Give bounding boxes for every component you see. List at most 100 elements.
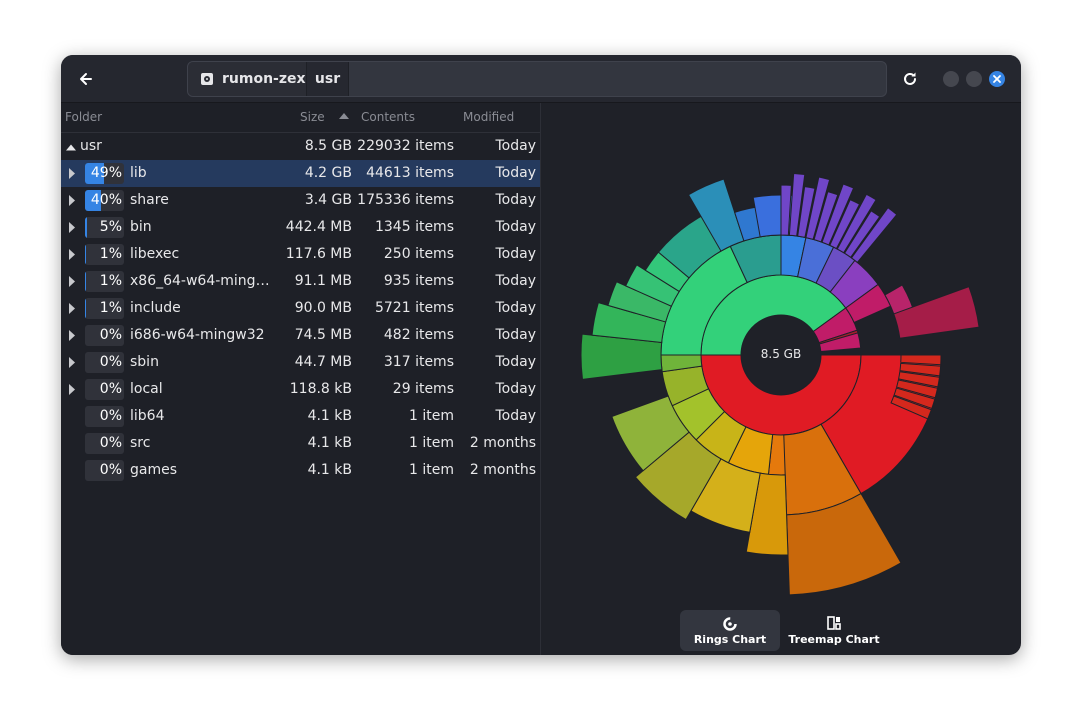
root-folder-row[interactable]: usr 8.5 GB 229032 items Today [61,133,540,160]
folder-name: lib64 [130,408,165,424]
rings-chart-button[interactable]: Rings Chart [680,610,780,651]
folder-contents: 1 item [409,435,454,451]
usage-percent-bar: 1% [85,271,124,292]
folder-row[interactable]: 0% lib64 4.1 kB 1 item Today [61,403,540,430]
folder-contents: 175336 items [357,192,454,208]
folder-name: x86_64-w64-ming… [130,273,270,289]
back-button[interactable] [69,62,103,96]
folder-size: 442.4 MB [285,219,352,235]
folder-name: games [130,462,178,478]
folder-name: bin [130,219,152,235]
usage-percent-bar: 5% [85,217,124,238]
expand-arrow-icon[interactable] [67,357,77,368]
folder-name: usr [80,138,102,154]
column-folder[interactable]: Folder [65,110,102,124]
folder-modified: Today [495,273,537,289]
usage-percent: 5% [99,219,122,235]
refresh-button[interactable] [895,62,925,96]
usage-percent: 0% [99,462,122,478]
usage-percent: 1% [99,246,122,262]
folder-size: 4.1 kB [307,462,352,478]
header-bar: rumon-zex usr [61,55,1021,103]
usage-percent: 40% [90,192,122,208]
folder-modified: Today [495,408,537,424]
usage-percent-bar: 0% [85,379,124,400]
folder-row[interactable]: 0% sbin 44.7 MB 317 items Today [61,349,540,376]
folder-modified: 2 months [469,435,536,451]
folder-contents: 1 item [409,462,454,478]
folder-modified: Today [495,219,537,235]
folder-row[interactable]: 0% i686-w64-mingw32 74.5 MB 482 items Today [61,322,540,349]
folder-row[interactable]: 1% libexec 117.6 MB 250 items Today [61,241,540,268]
treemap-chart-button[interactable]: Treemap Chart [784,610,884,651]
usage-percent-bar: 49% [85,163,124,184]
folder-size: 3.4 GB [304,192,352,208]
folder-contents: 1345 items [374,219,454,235]
folder-row[interactable]: 0% src 4.1 kB 1 item 2 months [61,430,540,457]
usage-percent-bar: 0% [85,325,124,346]
folder-modified: Today [495,381,537,397]
folder-size: 4.1 kB [307,435,352,451]
folder-modified: Today [495,354,537,370]
usage-percent: 0% [99,435,122,451]
breadcrumb-label: usr [314,71,341,87]
folder-row[interactable]: 1% include 90.0 MB 5721 items Today [61,295,540,322]
folder-row[interactable]: 49% lib 4.2 GB 44613 items Today [61,160,540,187]
usage-percent: 1% [99,273,122,289]
column-contents[interactable]: Contents [361,110,415,124]
folder-contents: 482 items [383,327,454,343]
column-modified[interactable]: Modified [463,110,514,124]
expand-arrow-icon[interactable] [67,195,77,206]
expand-arrow-icon[interactable] [67,249,77,260]
folder-list-panel: Folder Size Contents Modified usr 8.5 GB… [61,103,540,655]
folder-size: 8.5 GB [304,138,352,154]
folder-modified: Today [495,300,537,316]
folder-name: lib [130,165,147,181]
usage-percent-bar: 1% [85,244,124,265]
folder-contents: 1 item [409,408,454,424]
folder-modified: Today [495,246,537,262]
expand-arrow-icon[interactable] [67,222,77,233]
folder-row[interactable]: 5% bin 442.4 MB 1345 items Today [61,214,540,241]
usage-percent: 0% [99,381,122,397]
column-size[interactable]: Size [300,110,325,124]
expand-arrow-icon[interactable] [67,276,77,287]
usage-percent: 0% [99,354,122,370]
expand-arrow-icon[interactable] [67,384,77,395]
folder-name: src [130,435,151,451]
usage-percent: 0% [99,327,122,343]
breadcrumb-folder[interactable]: usr [307,62,349,96]
usage-percent-bar: 0% [85,406,124,427]
folder-modified: Today [495,138,537,154]
folder-contents: 250 items [383,246,454,262]
breadcrumb-drive[interactable]: rumon-zex [188,62,307,96]
minimize-button[interactable] [943,71,959,87]
app-window: rumon-zex usr Folder Size Contents Modif… [61,55,1021,655]
folder-row[interactable]: 0% games 4.1 kB 1 item 2 months [61,457,540,484]
folder-size: 90.0 MB [294,300,352,316]
chart-panel: 8.5 GB Rings Chart Treemap Chart [541,103,1021,655]
collapse-arrow-icon[interactable] [66,142,76,153]
folder-size: 4.2 GB [304,165,352,181]
close-icon [993,75,1001,83]
expand-arrow-icon[interactable] [67,330,77,341]
usage-percent: 49% [90,165,122,181]
folder-row[interactable]: 0% local 118.8 kB 29 items Today [61,376,540,403]
folder-size: 74.5 MB [294,327,352,343]
folder-size: 91.1 MB [294,273,352,289]
usage-percent-bar: 0% [85,460,124,481]
folder-row[interactable]: 40% share 3.4 GB 175336 items Today [61,187,540,214]
column-header-row: Folder Size Contents Modified [61,103,540,133]
treemap-chart-icon [827,616,841,630]
folder-row[interactable]: 1% x86_64-w64-ming… 91.1 MB 935 items Today [61,268,540,295]
folder-contents: 229032 items [357,138,454,154]
expand-arrow-icon[interactable] [67,168,77,179]
close-button[interactable] [989,71,1005,87]
usage-percent-bar: 1% [85,298,124,319]
expand-arrow-icon[interactable] [67,303,77,314]
drive-icon [201,73,213,85]
folder-modified: Today [495,327,537,343]
usage-percent: 1% [99,300,122,316]
maximize-button[interactable] [966,71,982,87]
view-label: Treemap Chart [788,633,880,646]
